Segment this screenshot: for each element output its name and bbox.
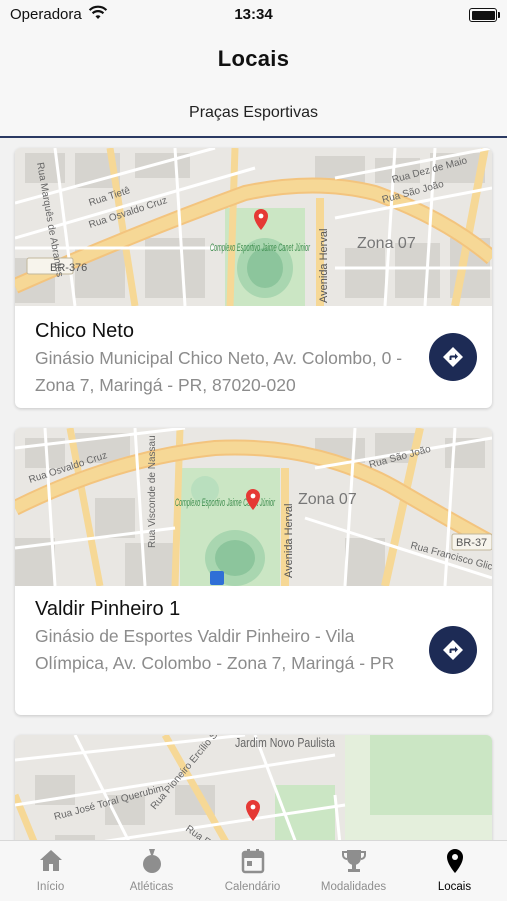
map-label-street-d: Avenida Herval [283, 504, 295, 578]
map-preview[interactable]: Jardim Novo Paulista Rua José Toral Quer… [15, 735, 492, 840]
map-label-area: Jardim Novo Paulista [235, 735, 336, 750]
location-card[interactable]: BR-37 Complexo Esportivo Jaime Canet Jún… [15, 428, 492, 715]
map-label-street-a: Rua José Toral Querubim [53, 783, 165, 823]
navigation-bar: Locais [0, 30, 507, 90]
map-label-street-b: Rua Pioneiro Ercílio Silva [149, 735, 230, 812]
map-label-street-f: Rua Marquês de Abrantes [34, 162, 65, 278]
segment-tab-pracas[interactable]: Praças Esportivas [0, 104, 507, 122]
tab-calendario[interactable]: Calendário [202, 841, 303, 901]
segment-header: Praças Esportivas [0, 90, 507, 138]
tab-inicio[interactable]: Início [0, 841, 101, 901]
locations-list[interactable]: BR-376 Complexo Esportivo Jaime Canet Jú… [0, 138, 507, 840]
tab-label: Modalidades [320, 881, 387, 893]
tab-locais[interactable]: Locais [404, 841, 505, 901]
map-pin-icon [254, 209, 268, 230]
location-name: Chico Neto [35, 320, 134, 342]
map-label-zone: Zona 07 [357, 235, 416, 252]
map-label-street-a: Rua Osvaldo Cruz [28, 450, 109, 486]
tab-bar: Início Atléticas Calendário Modalidades … [0, 840, 507, 901]
tab-label: Locais [437, 881, 472, 893]
location-name: Valdir Pinheiro 1 [35, 598, 181, 620]
map-label-street-e: Avenida Herval [318, 229, 330, 303]
map-preview[interactable]: BR-37 Complexo Esportivo Jaime Canet Jún… [15, 428, 492, 586]
map-label-complex: Complexo Esportivo Jaime Canet Júnior [210, 242, 311, 254]
battery-icon [469, 8, 500, 22]
map-label-highway: BR-37 [456, 537, 487, 549]
directions-button[interactable] [429, 626, 477, 674]
location-card[interactable]: BR-376 Complexo Esportivo Jaime Canet Jú… [15, 148, 492, 408]
tab-modalidades[interactable]: Modalidades [303, 841, 404, 901]
tab-label: Calendário [224, 881, 281, 893]
map-label-street-c: Rua Francisco Dias de [183, 823, 273, 840]
calendar-icon [202, 847, 303, 875]
map-label-complex: Complexo Esportivo Jaime Canet Júnior [175, 497, 276, 509]
page-title: Locais [217, 46, 290, 71]
map-label-zone: Zona 07 [298, 491, 357, 508]
map-label-street-c: Rua São João [368, 444, 432, 471]
map-preview[interactable]: BR-376 Complexo Esportivo Jaime Canet Jú… [15, 148, 492, 306]
directions-button[interactable] [429, 333, 477, 381]
location-pin-icon [404, 847, 505, 875]
tab-label: Início [36, 881, 65, 893]
medal-icon [101, 847, 202, 875]
clock: 13:34 [234, 6, 273, 23]
map-pin-icon [246, 800, 260, 821]
status-bar: Operadora 13:34 [0, 0, 507, 30]
location-address: Ginásio de Esportes Valdir Pinheiro - Vi… [35, 626, 395, 673]
location-card[interactable]: Jardim Novo Paulista Rua José Toral Quer… [15, 735, 492, 840]
directions-icon [443, 640, 463, 660]
tab-label: Atléticas [129, 881, 174, 893]
home-icon [0, 847, 101, 875]
map-label-street-b: Rua Visconde de Nassau [147, 435, 158, 548]
map-label-street-d: Rua São João [381, 179, 445, 206]
location-address: Ginásio Municipal Chico Neto, Av. Colomb… [35, 348, 403, 395]
trophy-icon [303, 847, 404, 875]
tab-atleticas[interactable]: Atléticas [101, 841, 202, 901]
map-label-street-a: Rua Tietê [88, 185, 133, 209]
directions-icon [443, 347, 463, 367]
